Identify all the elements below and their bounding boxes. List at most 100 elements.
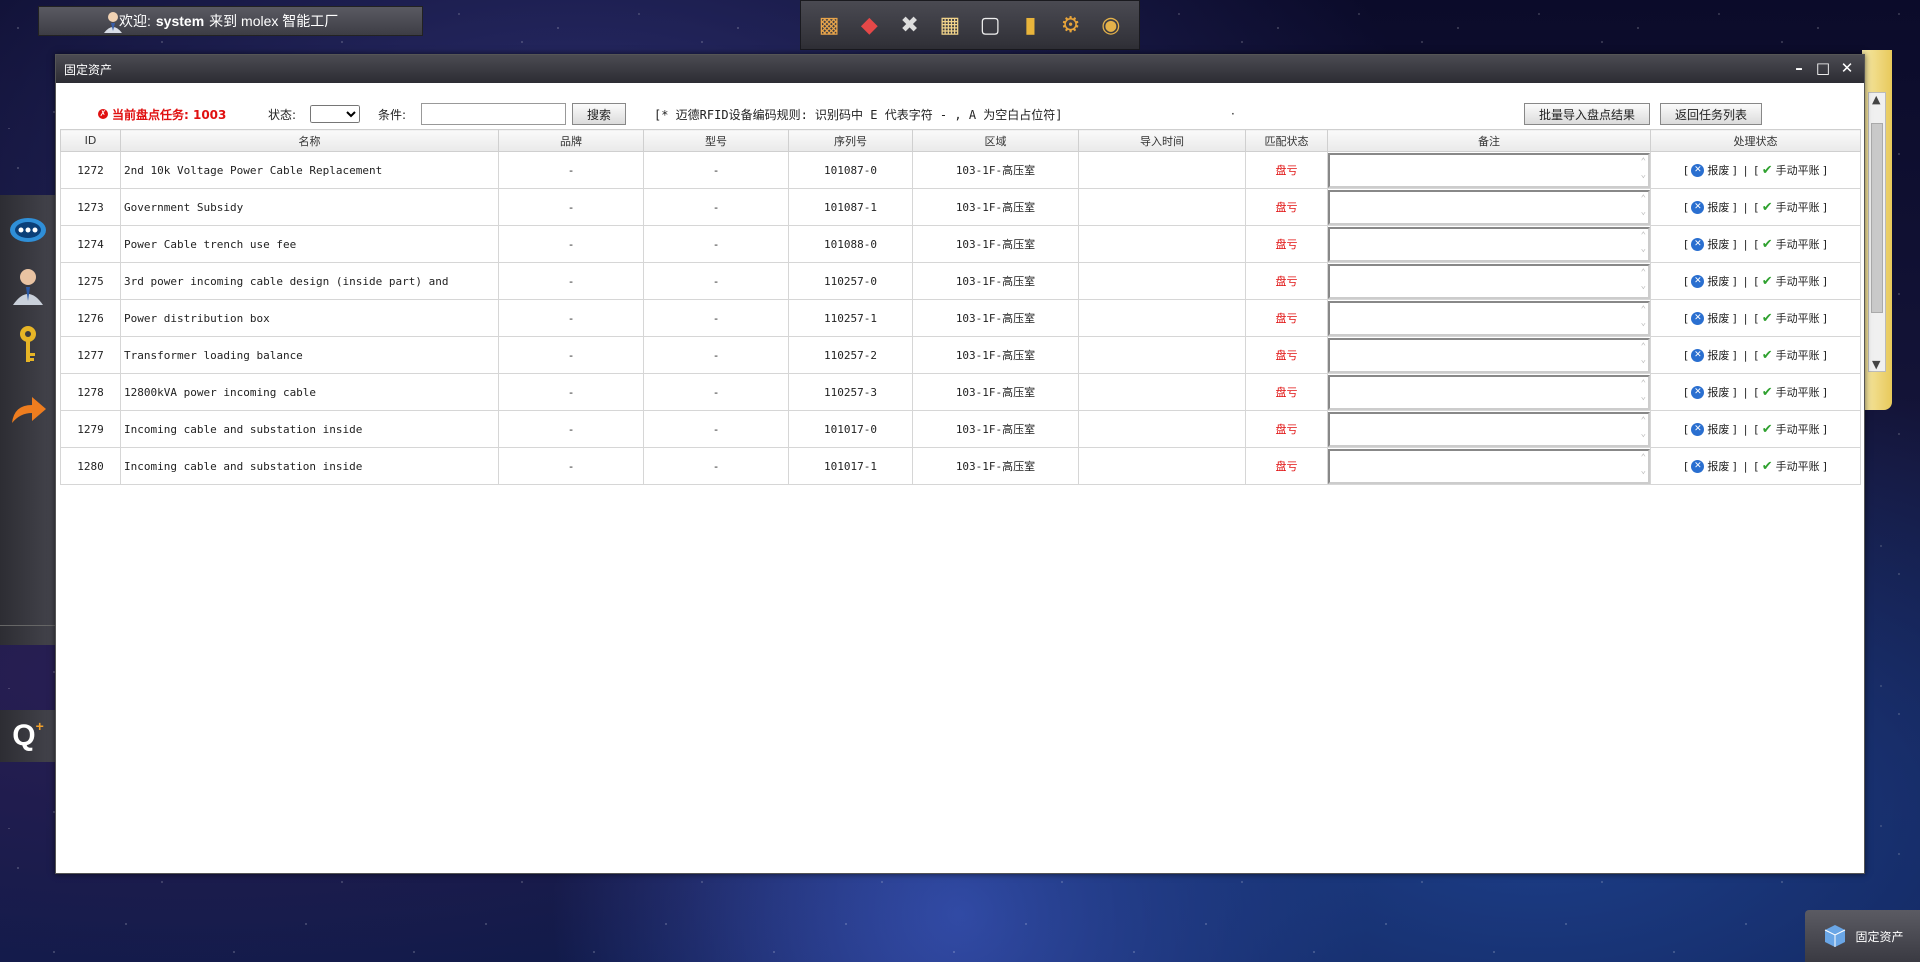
- scroll-down-icon[interactable]: ▼: [1872, 358, 1880, 371]
- col-header-model[interactable]: 型号: [643, 129, 789, 152]
- table-row[interactable]: 1280 Incoming cable and substation inside…: [60, 447, 1861, 485]
- remark-textarea[interactable]: ⌃ ⌄: [1328, 152, 1650, 188]
- check-icon: ✔: [1761, 310, 1773, 326]
- share-arrow-icon[interactable]: [8, 390, 48, 430]
- remark-spinner-icon[interactable]: ⌃ ⌄: [1641, 267, 1646, 293]
- scrap-link[interactable]: 报废: [1707, 310, 1729, 326]
- table-row[interactable]: 1273 Government Subsidy - -101087-1 103-1F-高…: [60, 188, 1861, 226]
- maximize-icon[interactable]: □: [1814, 59, 1832, 77]
- remark-textarea[interactable]: ⌃ ⌄: [1328, 226, 1650, 262]
- scroll-up-icon[interactable]: ▲: [1872, 93, 1880, 106]
- scrap-link[interactable]: 报废: [1707, 458, 1729, 474]
- cell-name: Power distribution box: [120, 299, 499, 337]
- remark-spinner-icon[interactable]: ⌃ ⌄: [1641, 378, 1646, 404]
- manual-balance-link[interactable]: 手动平账: [1776, 384, 1820, 400]
- cell-import-time: [1078, 336, 1246, 374]
- manual-balance-link[interactable]: 手动平账: [1776, 421, 1820, 437]
- col-header-remark[interactable]: 备注: [1327, 129, 1651, 152]
- manual-balance-link[interactable]: 手动平账: [1776, 199, 1820, 215]
- left-dock: [0, 195, 55, 645]
- table-row[interactable]: 1276 Power distribution box - -110257-1 103-…: [60, 299, 1861, 337]
- scrap-link[interactable]: 报废: [1707, 384, 1729, 400]
- close-icon[interactable]: ✕: [1838, 59, 1856, 77]
- cell-remark: ⌃ ⌄: [1327, 225, 1651, 263]
- cell-id: 1273: [60, 188, 121, 226]
- table-row[interactable]: 1272 2nd 10k Voltage Power Cable Replacem…: [60, 151, 1861, 189]
- remark-textarea[interactable]: ⌃ ⌄: [1328, 411, 1650, 447]
- remark-spinner-icon[interactable]: ⌃ ⌄: [1641, 304, 1646, 330]
- manual-balance-link[interactable]: 手动平账: [1776, 162, 1820, 178]
- cell-name: Transformer loading balance: [120, 336, 499, 374]
- back-to-tasks-button[interactable]: 返回任务列表: [1660, 103, 1763, 125]
- col-header-brand[interactable]: 品牌: [498, 129, 644, 152]
- remark-spinner-icon[interactable]: ⌃ ⌄: [1641, 415, 1646, 441]
- manual-balance-link[interactable]: 手动平账: [1776, 273, 1820, 289]
- dock-divider: [0, 625, 55, 626]
- scrap-link[interactable]: 报废: [1707, 347, 1729, 363]
- document-icon[interactable]: ▢: [973, 8, 1007, 42]
- scroll-thumb[interactable]: [1871, 123, 1883, 313]
- chat-icon[interactable]: [8, 210, 48, 250]
- col-header-process-status[interactable]: 处理状态: [1650, 129, 1861, 152]
- cube-icon[interactable]: ◆: [852, 8, 886, 42]
- table-row[interactable]: 1277 Transformer loading balance - -110257-…: [60, 336, 1861, 374]
- scrap-link[interactable]: 报废: [1707, 421, 1729, 437]
- remark-textarea[interactable]: ⌃ ⌄: [1328, 448, 1650, 484]
- table-row[interactable]: 1279 Incoming cable and substation inside…: [60, 410, 1861, 448]
- assets-table: ID 名称 品牌 型号 序列号 区域 导入时间 匹配状态 备注 处理状态 127…: [60, 129, 1861, 485]
- col-header-area[interactable]: 区域: [912, 129, 1079, 152]
- cell-area: 103-1F-高压室: [912, 336, 1079, 374]
- col-header-serial[interactable]: 序列号: [788, 129, 913, 152]
- remark-spinner-icon[interactable]: ⌃ ⌄: [1641, 156, 1646, 182]
- condition-input[interactable]: [421, 103, 566, 125]
- manual-balance-link[interactable]: 手动平账: [1776, 236, 1820, 252]
- remark-textarea[interactable]: ⌃ ⌄: [1328, 300, 1650, 336]
- scrap-link[interactable]: 报废: [1707, 273, 1729, 289]
- user-profile-icon[interactable]: [8, 265, 48, 305]
- right-scrollbar[interactable]: ▲ ▼: [1868, 92, 1886, 372]
- q-plus-icon[interactable]: Q +: [8, 716, 48, 756]
- table-header-row: ID 名称 品牌 型号 序列号 区域 导入时间 匹配状态 备注 处理状态: [60, 129, 1861, 152]
- cell-model: -: [643, 336, 789, 374]
- gears-icon[interactable]: ⚙: [1054, 8, 1088, 42]
- globe-icon[interactable]: ◉: [1094, 8, 1128, 42]
- remark-textarea[interactable]: ⌃ ⌄: [1328, 374, 1650, 410]
- col-header-import-time[interactable]: 导入时间: [1078, 129, 1246, 152]
- remark-textarea[interactable]: ⌃ ⌄: [1328, 337, 1650, 373]
- remark-textarea[interactable]: ⌃ ⌄: [1328, 263, 1650, 299]
- table-row[interactable]: 1274 Power Cable trench use fee - -101088-0…: [60, 225, 1861, 263]
- cell-model: -: [643, 447, 789, 485]
- batch-import-button[interactable]: 批量导入盘点结果: [1524, 103, 1651, 125]
- minimize-icon[interactable]: –: [1790, 59, 1808, 77]
- manual-balance-link[interactable]: 手动平账: [1776, 310, 1820, 326]
- remark-spinner-icon[interactable]: ⌃ ⌄: [1641, 230, 1646, 256]
- manual-balance-link[interactable]: 手动平账: [1776, 458, 1820, 474]
- tools-icon[interactable]: ✖: [893, 8, 927, 42]
- taskbar-fixed-assets[interactable]: 固定资产: [1805, 910, 1920, 962]
- remark-spinner-icon[interactable]: ⌃ ⌄: [1641, 193, 1646, 219]
- col-header-name[interactable]: 名称: [120, 129, 499, 152]
- calendar-clock-icon[interactable]: ▦: [933, 8, 967, 42]
- manual-balance-link[interactable]: 手动平账: [1776, 347, 1820, 363]
- cell-actions: [✕ 报废] |[✔ 手动平账]: [1650, 299, 1861, 337]
- remark-spinner-icon[interactable]: ⌃ ⌄: [1641, 452, 1646, 478]
- key-icon[interactable]: [8, 325, 48, 365]
- scrap-link[interactable]: 报废: [1707, 199, 1729, 215]
- table-row[interactable]: 1278 12800kVA power incoming cable - -11025…: [60, 373, 1861, 411]
- scrap-link[interactable]: 报废: [1707, 236, 1729, 252]
- col-header-match-status[interactable]: 匹配状态: [1245, 129, 1328, 152]
- window-titlebar[interactable]: 固定资产 – □ ✕: [56, 55, 1864, 83]
- scrap-link[interactable]: 报废: [1707, 162, 1729, 178]
- remark-textarea[interactable]: ⌃ ⌄: [1328, 189, 1650, 225]
- table-row[interactable]: 1275 3rd power incoming cable design (ins…: [60, 262, 1861, 300]
- col-header-id[interactable]: ID: [60, 129, 121, 152]
- status-select[interactable]: [310, 105, 360, 123]
- cell-area: 103-1F-高压室: [912, 151, 1079, 189]
- cell-name: 2nd 10k Voltage Power Cable Replacement: [120, 151, 499, 189]
- folder-tag-icon[interactable]: ▩: [812, 8, 846, 42]
- books-icon[interactable]: ▮: [1013, 8, 1047, 42]
- remark-spinner-icon[interactable]: ⌃ ⌄: [1641, 341, 1646, 367]
- action-separator: |: [1743, 311, 1748, 325]
- search-button[interactable]: 搜索: [572, 103, 627, 125]
- check-icon: ✔: [1761, 236, 1773, 252]
